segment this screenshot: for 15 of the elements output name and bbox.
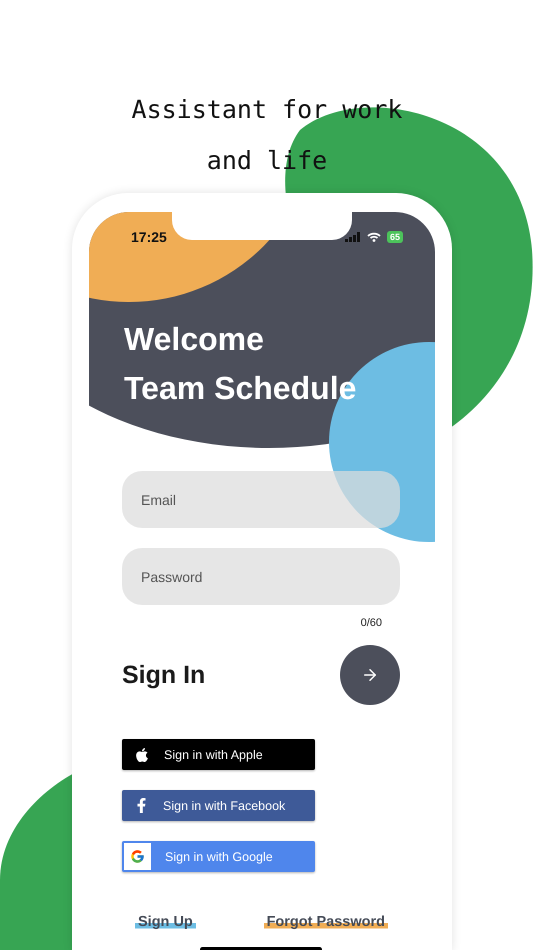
apple-icon [134,746,150,762]
character-counter: 0/60 [360,617,382,629]
status-time: 17:25 [131,229,167,245]
arrow-icon [361,666,379,684]
wifi-icon [366,232,381,242]
input-field[interactable]: Email [122,471,400,528]
battery-level: 65 [386,231,403,243]
signal-icon [344,232,361,242]
input-field[interactable]: Password [122,548,400,605]
google-icon [124,843,151,870]
sign-in-title: Sign In [122,660,206,690]
social-sign-in-button[interactable]: Sign in with Google [122,841,315,872]
social-sign-in-button[interactable]: Sign in with Apple [122,739,315,770]
social-sign-in-button[interactable]: Sign in with Facebook [122,790,315,821]
welcome-title: Welcome [124,320,265,359]
